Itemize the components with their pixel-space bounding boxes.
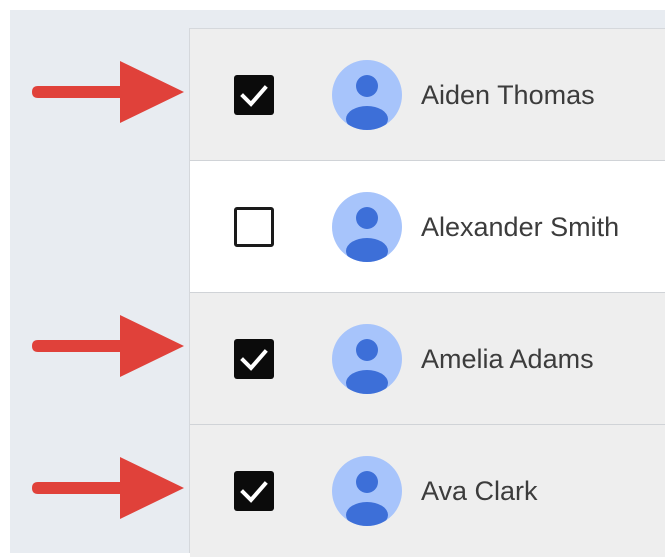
list-item[interactable]: Alexander Smith [190, 161, 665, 293]
checkbox-checked[interactable] [234, 339, 274, 379]
contact-name: Aiden Thomas [421, 80, 595, 110]
contact-list: Aiden Thomas Alexander Smith Amelia Adam… [189, 28, 665, 557]
checkbox-checked[interactable] [234, 471, 274, 511]
checkmark-icon [240, 349, 268, 371]
list-item[interactable]: Ava Clark [190, 425, 665, 557]
checkbox-unchecked[interactable] [234, 207, 274, 247]
person-avatar-icon [332, 60, 402, 130]
person-avatar-icon [332, 456, 402, 526]
contact-name: Amelia Adams [421, 344, 594, 374]
person-avatar-icon [332, 192, 402, 262]
red-arrow-icon [32, 457, 184, 519]
checkbox-checked[interactable] [234, 75, 274, 115]
red-arrow-icon [32, 315, 184, 377]
contact-name: Ava Clark [421, 476, 538, 506]
person-avatar-icon [332, 324, 402, 394]
list-item[interactable]: Amelia Adams [190, 293, 665, 425]
contact-name: Alexander Smith [421, 212, 620, 242]
list-item[interactable]: Aiden Thomas [190, 29, 665, 161]
checkmark-icon [240, 85, 268, 107]
red-arrow-icon [32, 61, 184, 123]
checkmark-icon [240, 481, 268, 503]
